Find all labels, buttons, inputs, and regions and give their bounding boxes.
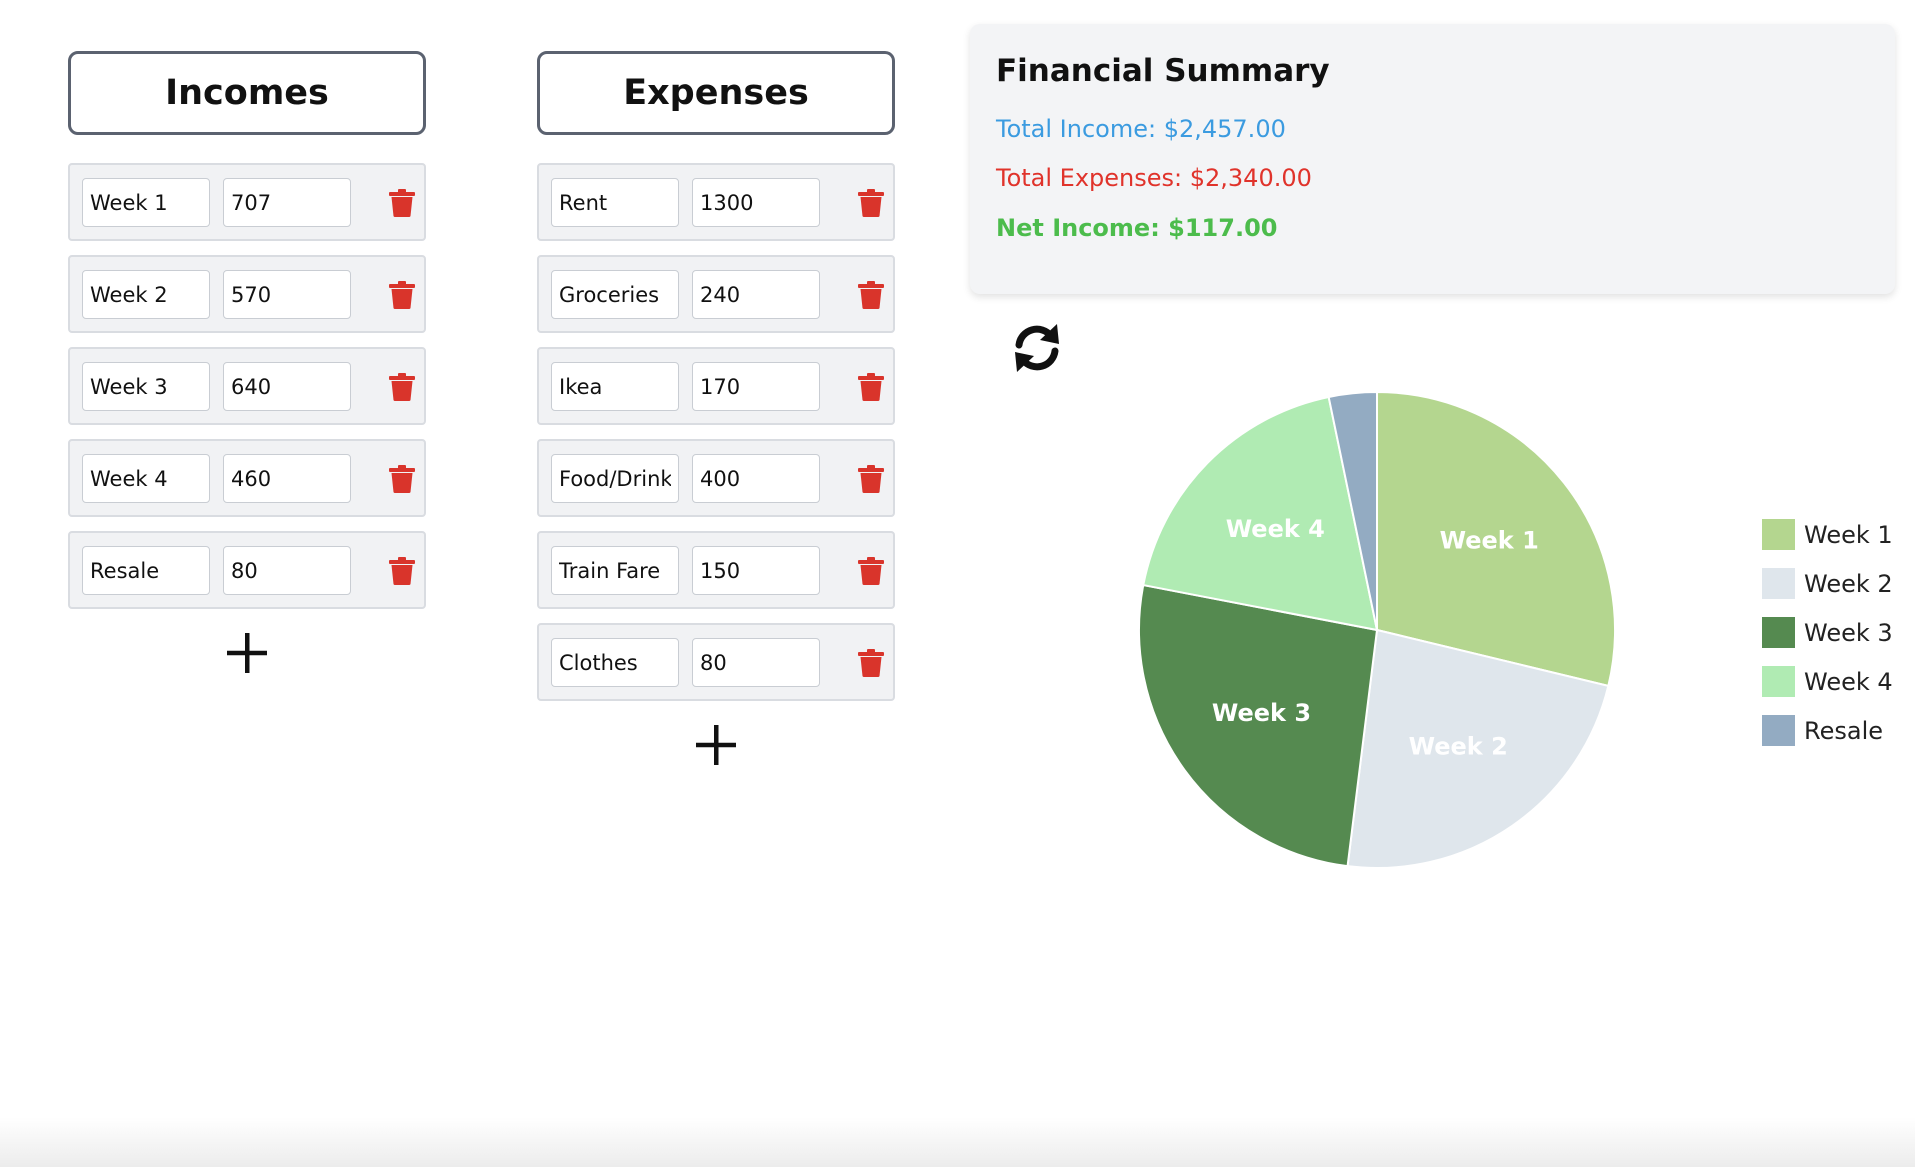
trash-icon[interactable] [389, 281, 415, 309]
trash-icon[interactable] [858, 557, 884, 585]
legend-label: Week 3 [1804, 618, 1893, 647]
bottom-shadow [0, 1117, 1915, 1167]
legend-item[interactable]: Week 3 [1762, 608, 1912, 657]
legend-swatch [1762, 666, 1795, 697]
expense-row [537, 439, 895, 517]
expense-row [537, 623, 895, 701]
trash-icon[interactable] [858, 465, 884, 493]
expense-amount-input[interactable] [692, 270, 820, 319]
legend-label: Week 1 [1804, 520, 1893, 549]
net-income-text: Net Income: $117.00 [996, 213, 1278, 242]
legend-swatch [1762, 568, 1795, 599]
income-amount-input[interactable] [223, 546, 351, 595]
pie-slice-label: Week 2 [1409, 732, 1508, 760]
trash-icon[interactable] [389, 465, 415, 493]
financial-summary-card: Financial Summary Total Income: $2,457.0… [970, 24, 1895, 294]
expense-name-input[interactable] [551, 454, 679, 503]
plus-icon [696, 725, 736, 765]
income-row [68, 347, 426, 425]
expense-row [537, 163, 895, 241]
trash-icon[interactable] [389, 373, 415, 401]
trash-icon[interactable] [389, 189, 415, 217]
expenses-list [537, 163, 895, 701]
expenses-header[interactable]: Expenses [537, 51, 895, 135]
trash-icon[interactable] [858, 281, 884, 309]
expense-name-input[interactable] [551, 546, 679, 595]
expense-amount-input[interactable] [692, 454, 820, 503]
pie-slice-label: Week 4 [1226, 515, 1325, 543]
income-row [68, 255, 426, 333]
income-amount-input[interactable] [223, 362, 351, 411]
incomes-header[interactable]: Incomes [68, 51, 426, 135]
legend-label: Resale [1804, 716, 1884, 745]
income-amount-input[interactable] [223, 270, 351, 319]
refresh-button[interactable] [1007, 318, 1067, 378]
expense-amount-input[interactable] [692, 638, 820, 687]
income-name-input[interactable] [82, 454, 210, 503]
incomes-column: Incomes [68, 51, 426, 683]
add-expense-button[interactable] [686, 715, 746, 775]
pie-slice-label: Week 3 [1212, 699, 1311, 727]
legend-swatch [1762, 617, 1795, 648]
incomes-list [68, 163, 426, 609]
chart-legend: Week 1 Week 2 Week 3 Week 4 Resale [1762, 510, 1912, 755]
refresh-icon [1015, 324, 1059, 372]
expense-name-input[interactable] [551, 638, 679, 687]
income-row [68, 163, 426, 241]
total-expenses-text: Total Expenses: $2,340.00 [996, 164, 1312, 193]
expense-row [537, 347, 895, 425]
trash-icon[interactable] [858, 649, 884, 677]
expense-name-input[interactable] [551, 270, 679, 319]
legend-item[interactable]: Week 1 [1762, 510, 1912, 559]
expense-name-input[interactable] [551, 362, 679, 411]
plus-icon [227, 633, 267, 673]
expense-row [537, 255, 895, 333]
expense-name-input[interactable] [551, 178, 679, 227]
expense-amount-input[interactable] [692, 178, 820, 227]
add-income-button[interactable] [217, 623, 277, 683]
income-name-input[interactable] [82, 362, 210, 411]
income-name-input[interactable] [82, 270, 210, 319]
total-income-text: Total Income: $2,457.00 [996, 115, 1286, 144]
legend-item[interactable]: Week 2 [1762, 559, 1912, 608]
summary-title: Financial Summary [996, 53, 1330, 89]
income-pie-chart: Week 1 Week 2 Week 3 Week 4 [1138, 390, 1616, 869]
legend-swatch [1762, 715, 1795, 746]
income-amount-input[interactable] [223, 454, 351, 503]
income-amount-input[interactable] [223, 178, 351, 227]
expense-amount-input[interactable] [692, 546, 820, 595]
pie-slice-label: Week 1 [1440, 527, 1539, 555]
trash-icon[interactable] [858, 373, 884, 401]
legend-label: Week 4 [1804, 667, 1893, 696]
legend-swatch [1762, 519, 1795, 550]
legend-item[interactable]: Resale [1762, 706, 1912, 755]
income-row [68, 439, 426, 517]
legend-label: Week 2 [1804, 569, 1893, 598]
income-row [68, 531, 426, 609]
trash-icon[interactable] [389, 557, 415, 585]
expense-row [537, 531, 895, 609]
expenses-column: Expenses [537, 51, 895, 775]
income-name-input[interactable] [82, 546, 210, 595]
expense-amount-input[interactable] [692, 362, 820, 411]
legend-item[interactable]: Week 4 [1762, 657, 1912, 706]
trash-icon[interactable] [858, 189, 884, 217]
income-name-input[interactable] [82, 178, 210, 227]
